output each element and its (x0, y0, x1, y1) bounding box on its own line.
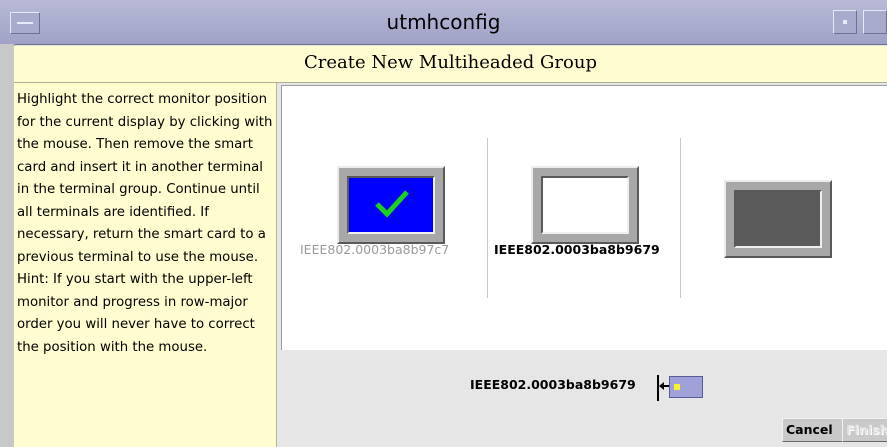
arrow-shaft (661, 385, 669, 387)
window-title: utmhconfig (386, 10, 501, 34)
smart-card-icon (669, 376, 703, 398)
left-border (0, 44, 15, 447)
monitor-cell-1[interactable]: IEEE802.0003ba8b97c7 (282, 138, 487, 298)
monitor-cell-3[interactable] (681, 138, 887, 298)
title-bar[interactable]: utmhconfig (0, 0, 887, 45)
checkmark-icon (375, 190, 409, 218)
maximize-button[interactable] (863, 10, 887, 34)
monitor-screen-identified (347, 176, 435, 234)
card-chip (674, 384, 680, 390)
minimize-icon (843, 20, 847, 24)
monitor-screen-unassigned (734, 190, 822, 248)
current-terminal-label: IEEE802.0003ba8b9679 (470, 377, 636, 392)
monitor-label: IEEE802.0003ba8b9679 (494, 242, 660, 257)
instructions-panel: Highlight the correct monitor position f… (14, 83, 277, 447)
instructions-text: Highlight the correct monitor position f… (17, 92, 273, 355)
utmhconfig-window: utmhconfig Create New Multiheaded Group … (0, 0, 887, 447)
cancel-button[interactable]: Cancel (782, 418, 846, 442)
finish-button[interactable]: Finish (842, 418, 887, 442)
monitor-label: IEEE802.0003ba8b97c7 (300, 242, 450, 257)
monitor-3[interactable] (724, 180, 832, 258)
monitor-grid: IEEE802.0003ba8b97c7 IEEE802.0003ba8b967… (282, 86, 887, 350)
monitor-1[interactable] (337, 166, 445, 244)
minimize-button[interactable] (833, 10, 857, 34)
page-title: Create New Multiheaded Group (14, 46, 887, 83)
monitor-2[interactable] (531, 166, 639, 244)
monitor-screen-current (541, 176, 629, 234)
monitor-cell-2[interactable]: IEEE802.0003ba8b9679 (488, 138, 680, 298)
